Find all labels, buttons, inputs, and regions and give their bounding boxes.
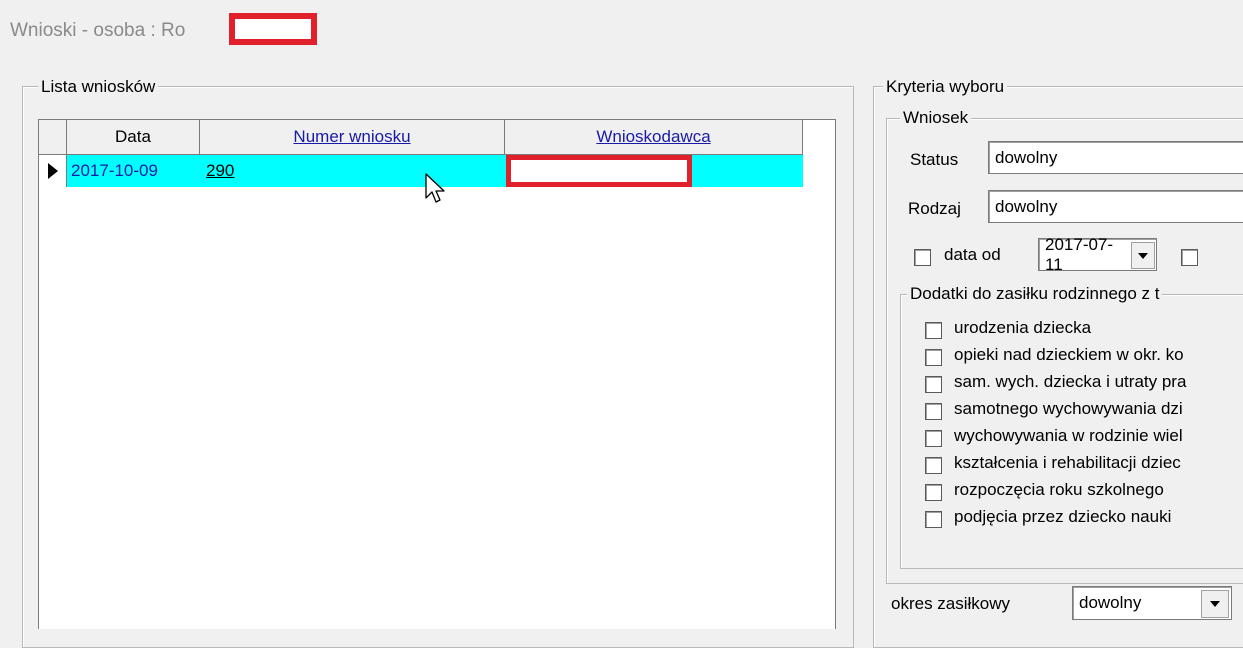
row-indicator[interactable] bbox=[39, 155, 67, 187]
dodatek-label-8: podjęcia przez dziecko nauki bbox=[954, 507, 1172, 526]
dodatek-label-6: kształcenia i rehabilitacji dziec bbox=[954, 453, 1181, 472]
date-from-label: data od bbox=[944, 245, 1001, 264]
column-header-number[interactable]: Numer wniosku bbox=[200, 120, 505, 155]
column-header-applicant[interactable]: Wnioskodawca bbox=[505, 120, 803, 155]
rodzaj-label: Rodzaj bbox=[908, 199, 961, 218]
dodatek-checkbox-5[interactable] bbox=[925, 430, 942, 447]
dodatek-checkbox-3[interactable] bbox=[925, 376, 942, 393]
date-to-checkbox[interactable] bbox=[1181, 249, 1198, 266]
dodatek-label-1: urodzenia dziecka bbox=[954, 318, 1092, 337]
status-label: Status bbox=[910, 150, 959, 169]
dodatek-checkbox-2[interactable] bbox=[925, 349, 942, 366]
dodatek-checkbox-6[interactable] bbox=[925, 457, 942, 474]
column-header-date[interactable]: Data bbox=[67, 120, 200, 155]
chevron-down-icon bbox=[1138, 252, 1148, 259]
rodzaj-field[interactable]: dowolny bbox=[988, 190, 1243, 223]
dodatek-checkbox-4[interactable] bbox=[925, 403, 942, 420]
dodatek-checkbox-7[interactable] bbox=[925, 484, 942, 501]
cell-number[interactable]: 290 bbox=[206, 155, 326, 187]
window-title: Wnioski - osoba : Ro bbox=[10, 20, 186, 41]
dodatek-label-2: opieki nad dzieckiem w okr. ko bbox=[954, 345, 1184, 364]
dodatek-label-5: wychowywania w rodzinie wiel bbox=[954, 426, 1183, 445]
row-indicator-header bbox=[39, 120, 67, 155]
chevron-down-icon bbox=[1210, 601, 1220, 607]
list-legend: Lista wniosków bbox=[38, 77, 159, 97]
date-from-dropdown[interactable] bbox=[1131, 242, 1155, 269]
row-pointer-icon bbox=[48, 163, 58, 179]
cell-applicant-redacted[interactable] bbox=[506, 155, 692, 187]
dodatek-label-7: rozpoczęcia roku szkolnego bbox=[954, 480, 1164, 499]
status-field[interactable]: dowolny bbox=[988, 141, 1243, 174]
criteria-legend: Kryteria wyboru bbox=[883, 77, 1008, 97]
okres-label: okres zasiłkowy bbox=[891, 594, 1011, 613]
cell-date[interactable]: 2017-10-09 bbox=[71, 155, 199, 187]
okres-dropdown[interactable] bbox=[1201, 590, 1229, 618]
dodatek-label-3: sam. wych. dziecka i utraty pra bbox=[954, 372, 1187, 391]
wniosek-legend: Wniosek bbox=[900, 108, 972, 128]
dodatki-legend: Dodatki do zasiłku rodzinnego z t bbox=[907, 284, 1163, 304]
dodatek-checkbox-8[interactable] bbox=[925, 511, 942, 528]
dodatek-label-4: samotnego wychowywania dzi bbox=[954, 399, 1183, 418]
dodatek-checkbox-1[interactable] bbox=[925, 322, 942, 339]
redacted-name bbox=[229, 13, 317, 45]
date-from-checkbox[interactable] bbox=[914, 249, 931, 266]
mouse-cursor-icon bbox=[425, 173, 445, 203]
applications-grid[interactable]: Data Numer wniosku Wnioskodawca 2017-10-… bbox=[38, 119, 836, 629]
